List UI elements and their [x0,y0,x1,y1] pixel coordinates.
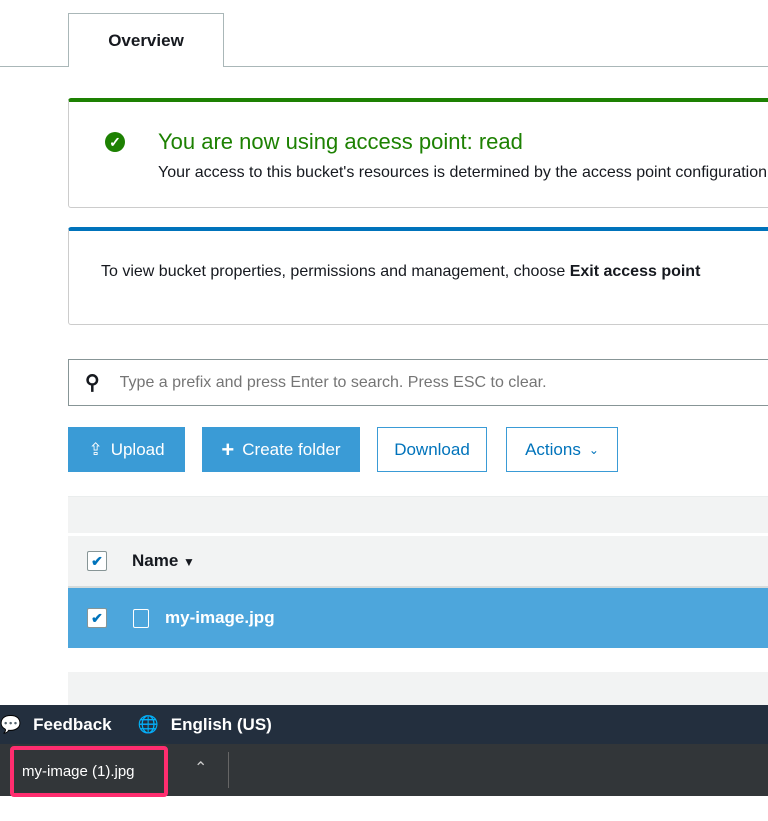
check-circle-icon: ✓ [105,132,125,152]
download-button[interactable]: Download [377,427,487,472]
table-row[interactable]: ✔ my-image.jpg [68,588,768,648]
feedback-link[interactable]: Feedback [33,715,111,735]
success-body: Your access to this bucket's resources i… [158,164,768,181]
sort-caret-icon: ▼ [183,555,195,569]
table-header: ✔ Name ▼ [68,536,768,588]
download-item[interactable]: my-image (1).jpg [10,746,168,797]
create-folder-button[interactable]: + Create folder [202,427,360,472]
create-folder-label: Create folder [242,439,341,459]
info-flash: To view bucket properties, permissions a… [68,227,768,325]
globe-icon: 🌐 [137,714,159,734]
feedback-icon: 💬 [0,714,22,734]
chevron-down-icon: ⌄ [588,442,599,457]
downloaded-file-name: my-image (1).jpg [22,763,135,780]
file-name-link[interactable]: my-image.jpg [165,608,275,628]
name-column-header[interactable]: Name ▼ [132,551,195,571]
search-box[interactable]: ⚲ [68,359,768,406]
row-checkbox[interactable]: ✔ [87,608,107,628]
language-selector[interactable]: English (US) [171,715,272,735]
success-title: You are now using access point: read [158,129,523,154]
success-flash: ✓ You are now using access point: read Y… [68,98,768,208]
exit-access-point-link[interactable]: Exit access point [570,263,701,280]
actions-label: Actions [525,439,581,459]
info-text: To view bucket properties, permissions a… [101,263,700,281]
browser-download-bar: my-image (1).jpg ⌃ [0,744,768,797]
search-icon: ⚲ [85,372,100,394]
console-footer: 💬 Feedback 🌐 English (US) [0,705,768,744]
upload-label: Upload [110,439,165,459]
info-message: To view bucket properties, permissions a… [101,263,570,280]
name-header-label: Name [132,551,179,570]
search-input[interactable] [117,372,722,393]
upload-icon: ⇪ [88,439,103,459]
divider [228,752,229,788]
actions-dropdown[interactable]: Actions ⌄ [506,427,618,472]
select-all-checkbox[interactable]: ✔ [87,551,107,571]
table-footer [68,672,768,706]
image-file-icon [133,608,149,628]
plus-icon: + [221,436,235,462]
upload-button[interactable]: ⇪ Upload [68,427,185,472]
table-toolbar [68,496,768,533]
tab-overview[interactable]: Overview [68,13,224,67]
chevron-up-icon[interactable]: ⌃ [194,758,207,778]
